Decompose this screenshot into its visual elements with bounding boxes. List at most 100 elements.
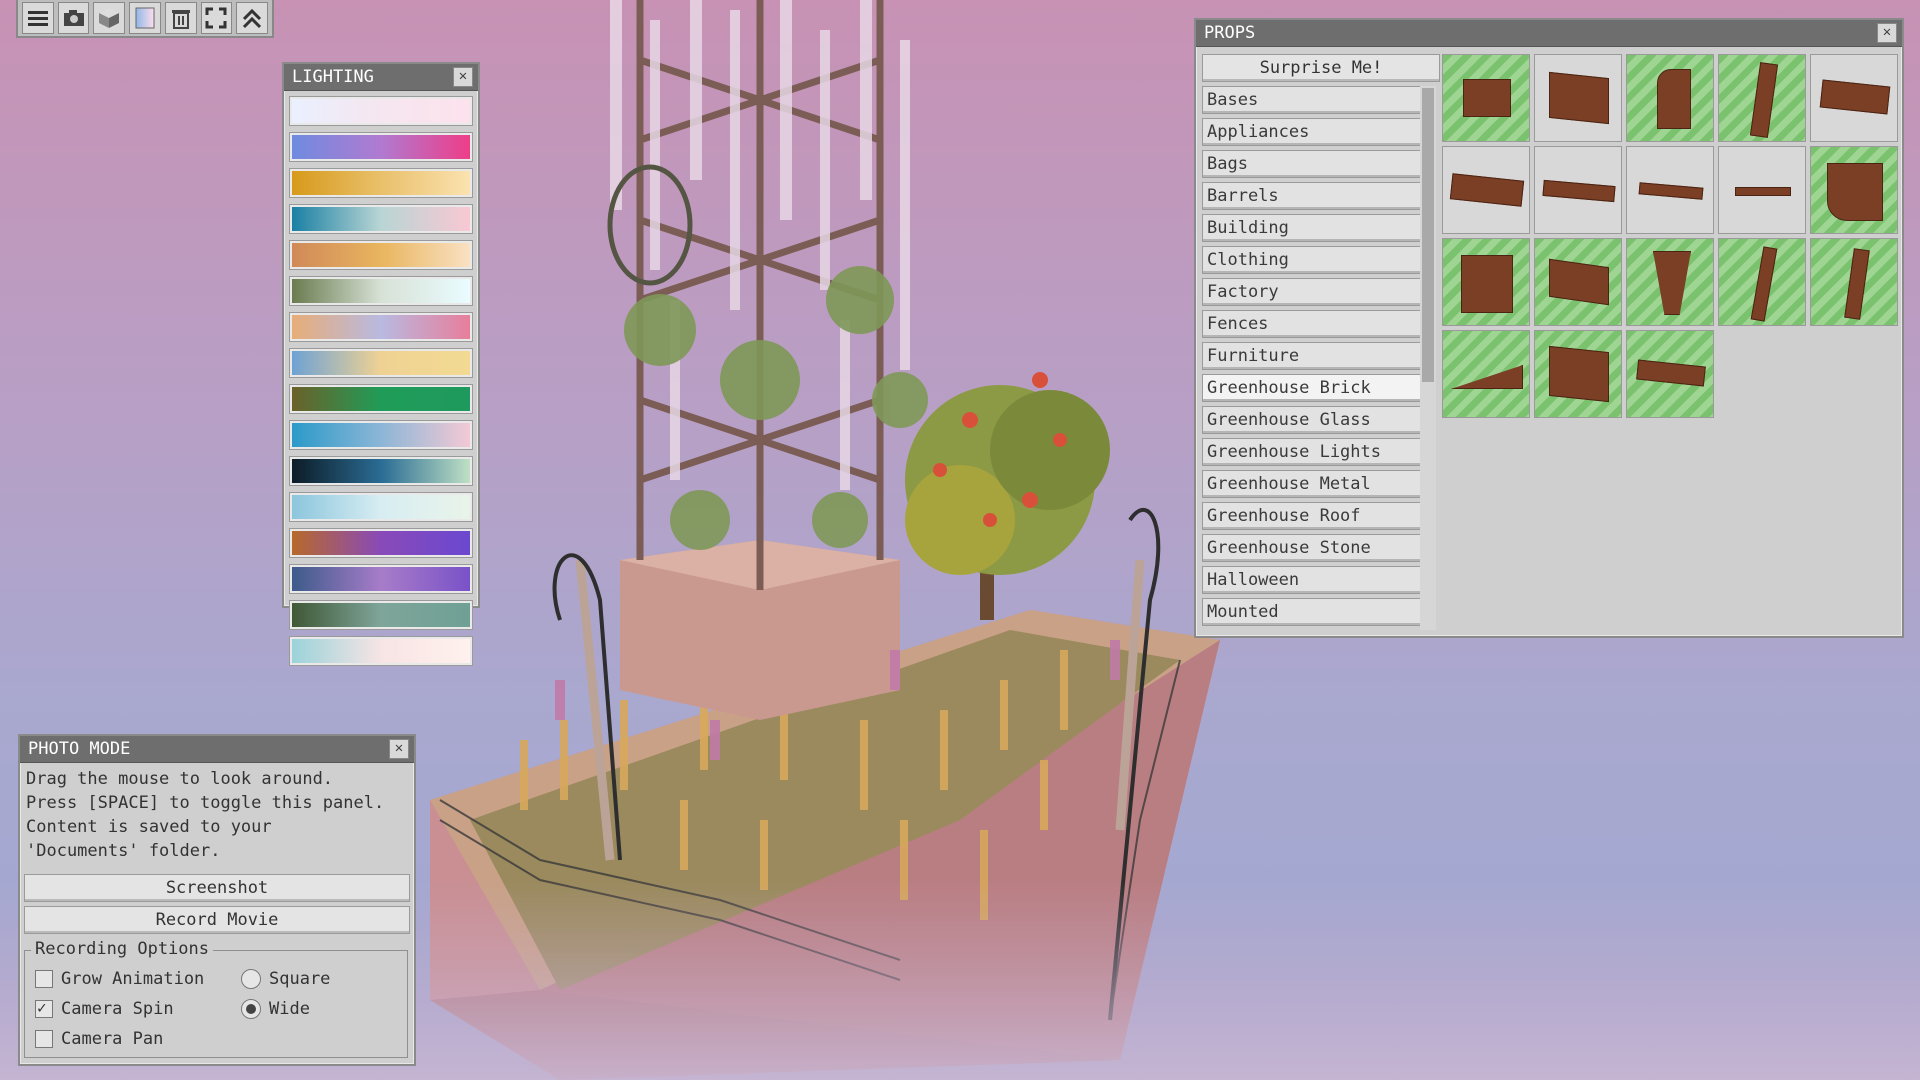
lighting-title-text: LIGHTING	[292, 67, 374, 87]
category-item[interactable]: Greenhouse Stone	[1202, 534, 1424, 562]
lighting-swatch[interactable]	[289, 204, 473, 234]
prop-tile[interactable]	[1718, 54, 1806, 142]
lighting-swatch[interactable]	[289, 456, 473, 486]
instruction-line: Press [SPACE] to toggle this panel.	[26, 793, 385, 813]
category-scroll-thumb[interactable]	[1422, 88, 1434, 382]
prop-tile[interactable]	[1534, 146, 1622, 234]
lighting-swatch-list	[284, 91, 478, 679]
category-item[interactable]: Bases	[1202, 86, 1424, 114]
category-item[interactable]: Bags	[1202, 150, 1424, 178]
lighting-swatch[interactable]	[289, 96, 473, 126]
lighting-swatch[interactable]	[289, 312, 473, 342]
prop-tile[interactable]	[1626, 146, 1714, 234]
category-item[interactable]: Halloween	[1202, 566, 1424, 594]
wide-label: Wide	[269, 999, 310, 1019]
category-scrollbar[interactable]	[1420, 86, 1436, 630]
category-item[interactable]: Furniture	[1202, 342, 1424, 370]
camera-spin-label: Camera Spin	[61, 999, 174, 1019]
category-item[interactable]: Greenhouse Glass	[1202, 406, 1424, 434]
prop-tile[interactable]	[1810, 238, 1898, 326]
lighting-swatch[interactable]	[289, 384, 473, 414]
surprise-me-button[interactable]: Surprise Me!	[1202, 54, 1440, 82]
category-item[interactable]: Building	[1202, 214, 1424, 242]
props-title-text: PROPS	[1204, 23, 1256, 43]
lighting-swatch[interactable]	[289, 564, 473, 594]
lighting-swatch[interactable]	[289, 132, 473, 162]
screenshot-button[interactable]: Screenshot	[24, 874, 410, 902]
prop-tile[interactable]	[1626, 54, 1714, 142]
fullscreen-icon[interactable]	[200, 2, 233, 34]
lighting-close-icon[interactable]: ✕	[453, 67, 473, 87]
prop-tile[interactable]	[1718, 146, 1806, 234]
category-item[interactable]: Barrels	[1202, 182, 1424, 210]
lighting-swatch[interactable]	[289, 240, 473, 270]
prop-tile[interactable]	[1534, 54, 1622, 142]
recording-options-label: Recording Options	[31, 939, 213, 959]
square-label: Square	[269, 969, 331, 989]
category-item[interactable]: Greenhouse Lights	[1202, 438, 1424, 466]
lighting-swatch[interactable]	[289, 168, 473, 198]
camera-spin-checkbox[interactable]	[35, 998, 53, 1018]
props-title: PROPS ✕	[1196, 20, 1902, 47]
camera-spin-option[interactable]: Camera Spin	[35, 998, 174, 1019]
instruction-line: Content is saved to your	[26, 817, 272, 837]
photo-mode-title: PHOTO MODE ✕	[20, 736, 414, 763]
prop-tile[interactable]	[1534, 330, 1622, 418]
menu-icon[interactable]	[22, 2, 54, 34]
lighting-swatch[interactable]	[289, 636, 473, 666]
lighting-title: LIGHTING ✕	[284, 64, 478, 91]
camera-icon[interactable]	[57, 2, 90, 34]
lighting-swatch[interactable]	[289, 492, 473, 522]
category-item[interactable]: Mounted	[1202, 598, 1424, 626]
lighting-swatch[interactable]	[289, 276, 473, 306]
category-list: Bases Appliances Bags Barrels Building Clothi…	[1202, 86, 1424, 630]
prop-tile[interactable]	[1442, 146, 1530, 234]
grow-animation-option[interactable]: Grow Animation	[35, 969, 204, 989]
wide-radio[interactable]	[241, 999, 261, 1019]
props-close-icon[interactable]: ✕	[1877, 23, 1897, 43]
prop-tile[interactable]	[1626, 330, 1714, 418]
category-item[interactable]: Clothing	[1202, 246, 1424, 274]
square-radio[interactable]	[241, 969, 261, 989]
photo-mode-panel: PHOTO MODE ✕ Drag the mouse to look arou…	[18, 734, 416, 1066]
category-item[interactable]: Greenhouse Roof	[1202, 502, 1424, 530]
prop-tile[interactable]	[1810, 146, 1898, 234]
prop-tile[interactable]	[1442, 54, 1530, 142]
prop-tile[interactable]	[1810, 54, 1898, 142]
photo-mode-instructions: Drag the mouse to look around. Press [SP…	[20, 763, 414, 867]
record-movie-button[interactable]: Record Movie	[24, 906, 410, 934]
prop-tile[interactable]	[1442, 238, 1530, 326]
prop-tile[interactable]	[1718, 238, 1806, 326]
lighting-swatch[interactable]	[289, 528, 473, 558]
grow-animation-checkbox[interactable]	[35, 970, 53, 988]
lighting-swatch[interactable]	[289, 600, 473, 630]
cube-icon[interactable]	[93, 2, 126, 34]
gradient-icon[interactable]	[129, 2, 161, 34]
grow-animation-label: Grow Animation	[61, 969, 205, 989]
lighting-swatch[interactable]	[289, 348, 473, 378]
prop-tile[interactable]	[1626, 238, 1714, 326]
wide-option[interactable]: Wide	[241, 999, 310, 1019]
instruction-line: Drag the mouse to look around.	[26, 769, 334, 789]
category-item[interactable]: Fences	[1202, 310, 1424, 338]
camera-pan-label: Camera Pan	[61, 1029, 164, 1049]
recording-options-group: Recording Options Grow Animation Camera …	[24, 939, 408, 1058]
camera-pan-checkbox[interactable]	[35, 1030, 53, 1048]
camera-pan-option[interactable]: Camera Pan	[35, 1029, 163, 1049]
photo-mode-title-text: PHOTO MODE	[28, 739, 131, 759]
instruction-line: 'Documents' folder.	[26, 841, 221, 861]
lighting-swatch[interactable]	[289, 420, 473, 450]
category-item[interactable]: Greenhouse Metal	[1202, 470, 1424, 498]
lighting-panel: LIGHTING ✕	[282, 62, 480, 666]
prop-tile[interactable]	[1442, 330, 1530, 418]
category-item[interactable]: Greenhouse Brick	[1202, 374, 1424, 402]
category-item[interactable]: Factory	[1202, 278, 1424, 306]
props-panel: PROPS ✕ Surprise Me! Bases Appliances Bags…	[1194, 18, 1904, 638]
square-option[interactable]: Square	[241, 969, 330, 989]
category-item[interactable]: Appliances	[1202, 118, 1424, 146]
trash-icon[interactable]	[164, 2, 197, 34]
prop-tile[interactable]	[1534, 238, 1622, 326]
top-toolbar	[16, 0, 274, 38]
photo-mode-close-icon[interactable]: ✕	[389, 739, 409, 759]
collapse-up-icon[interactable]	[236, 2, 269, 34]
